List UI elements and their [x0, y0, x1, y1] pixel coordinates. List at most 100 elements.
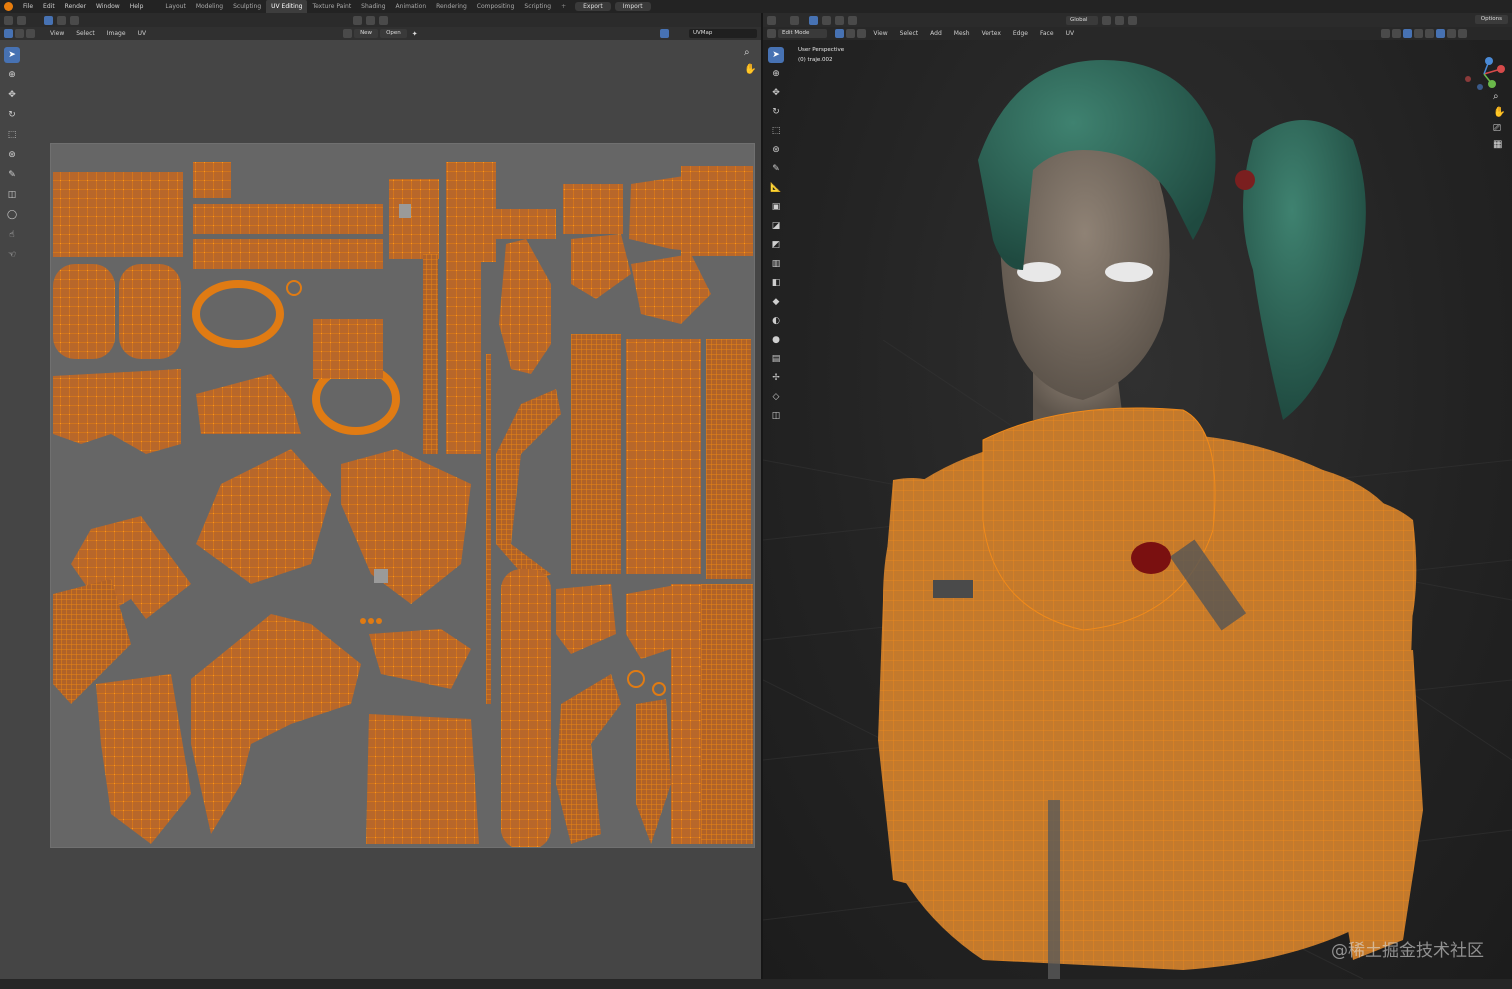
menu-edit[interactable]: Edit [38, 0, 60, 13]
menu-render[interactable]: Render [60, 0, 91, 13]
transform-tool-icon[interactable]: ⊛ [4, 147, 20, 163]
mode-select[interactable]: Edit Mode [778, 29, 828, 38]
vp-menu-vertex[interactable]: Vertex [977, 30, 1006, 37]
uv-menu-select[interactable]: Select [71, 30, 100, 37]
proportional-edit-icon[interactable] [1127, 15, 1137, 25]
annotate-tool-icon[interactable]: ✎ [4, 167, 20, 183]
select-invert-icon[interactable] [848, 15, 857, 25]
rip-tool-icon[interactable]: ◫ [4, 187, 20, 203]
vp-inset-tool-icon[interactable]: ◪ [768, 218, 784, 234]
rotate-tool-icon[interactable]: ↻ [4, 107, 20, 123]
vp-menu-mesh[interactable]: Mesh [949, 30, 975, 37]
tab-layout[interactable]: Layout [160, 0, 190, 13]
orientation-select[interactable]: Global [1066, 15, 1098, 25]
viewport-editor-type-icon[interactable] [767, 15, 776, 25]
scale-tool-icon[interactable]: ⬚ [4, 127, 20, 143]
edge-mode-icon[interactable] [26, 29, 35, 38]
menu-file[interactable]: File [18, 0, 38, 13]
mode-icon[interactable] [767, 29, 776, 38]
uv-menu-uv[interactable]: UV [133, 30, 152, 37]
viewport-select-icon[interactable] [790, 15, 799, 25]
vp-smooth-tool-icon[interactable]: ● [768, 332, 784, 348]
vp-edgeslide-tool-icon[interactable]: ▤ [768, 351, 784, 367]
zoom-icon[interactable]: ⌕ [744, 47, 750, 58]
open-image-button[interactable]: Open [380, 29, 407, 38]
select-extend-icon[interactable] [822, 15, 831, 25]
tab-animation[interactable]: Animation [391, 0, 432, 13]
material-shading-icon[interactable] [1447, 29, 1457, 38]
blender-logo-icon[interactable] [4, 2, 13, 11]
vp-spin-tool-icon[interactable]: ◐ [768, 313, 784, 329]
add-workspace-icon[interactable]: + [556, 0, 571, 13]
vertex-mode-icon[interactable] [15, 29, 24, 38]
tab-scripting[interactable]: Scripting [519, 0, 556, 13]
tab-texture-paint[interactable]: Texture Paint [307, 0, 356, 13]
ortho-toggle-icon[interactable]: ▦ [1493, 139, 1502, 150]
vp-shrink-tool-icon[interactable]: ✢ [768, 370, 784, 386]
uv-menu-view[interactable]: View [45, 30, 69, 37]
select-tool-icon[interactable]: ➤ [4, 47, 20, 63]
vp-cursor-tool-icon[interactable]: ⊕ [768, 66, 784, 82]
pinch-tool-icon[interactable]: ☜ [4, 247, 20, 263]
move-tool-icon[interactable]: ✥ [4, 87, 20, 103]
options-button[interactable]: Options [1474, 15, 1508, 24]
select-subtract-icon[interactable] [835, 15, 844, 25]
edge-select-icon[interactable] [57, 15, 66, 25]
pin-icon[interactable]: ✦ [412, 30, 418, 38]
pivot-icon[interactable] [353, 15, 362, 25]
proportional-icon[interactable] [379, 15, 388, 25]
navigation-gizmo[interactable] [1459, 49, 1509, 99]
vp-menu-face[interactable]: Face [1035, 30, 1059, 37]
snapping-icon[interactable] [1114, 15, 1124, 25]
vp-transform-tool-icon[interactable]: ⊛ [768, 142, 784, 158]
grab-tool-icon[interactable]: ◯ [4, 207, 20, 223]
menu-help[interactable]: Help [125, 0, 149, 13]
vertex-select-mode-icon[interactable] [835, 29, 845, 38]
sync-selection-icon[interactable] [4, 29, 13, 38]
3d-viewport[interactable]: Global Options Edit Mode View Select Add… [763, 13, 1512, 979]
edge-select-mode-icon[interactable] [846, 29, 856, 38]
vp-extrude-tool-icon[interactable]: ▣ [768, 199, 784, 215]
vp-zoom-icon[interactable]: ⌕ [1493, 91, 1499, 102]
vp-menu-add[interactable]: Add [925, 30, 947, 37]
vp-rotate-tool-icon[interactable]: ↻ [768, 104, 784, 120]
vp-menu-uv[interactable]: UV [1061, 30, 1080, 37]
uv-menu-image[interactable]: Image [102, 30, 131, 37]
tab-compositing[interactable]: Compositing [472, 0, 520, 13]
vp-bevel-tool-icon[interactable]: ◩ [768, 237, 784, 253]
uv-editor[interactable]: View Select Image UV New Open ✦ UVMap ➤ … [0, 13, 761, 979]
vp-menu-edge[interactable]: Edge [1008, 30, 1033, 37]
pivot-point-icon[interactable] [1101, 15, 1111, 25]
wireframe-shading-icon[interactable] [1425, 29, 1435, 38]
solid-shading-icon[interactable] [1436, 29, 1446, 38]
face-select-mode-icon[interactable] [857, 29, 867, 38]
rendered-shading-icon[interactable] [1458, 29, 1468, 38]
snap-icon[interactable] [366, 15, 375, 25]
vp-knife-tool-icon[interactable]: ◧ [768, 275, 784, 291]
menu-window[interactable]: Window [91, 0, 125, 13]
vp-menu-view[interactable]: View [868, 30, 892, 37]
vp-rip-tool-icon[interactable]: ◫ [768, 408, 784, 424]
overlay-icon[interactable] [659, 29, 669, 38]
vp-menu-select[interactable]: Select [895, 30, 924, 37]
xray-icon[interactable] [1414, 29, 1424, 38]
import-button[interactable]: Import [614, 2, 651, 11]
vp-shear-tool-icon[interactable]: ◇ [768, 389, 784, 405]
vp-loopcut-tool-icon[interactable]: ▥ [768, 256, 784, 272]
pan-hand-icon[interactable]: ✋ [744, 64, 756, 75]
vp-move-tool-icon[interactable]: ✥ [768, 85, 784, 101]
vp-select-tool-icon[interactable]: ➤ [768, 47, 784, 63]
overlays-icon[interactable] [1403, 29, 1413, 38]
gizmo-toggle-icon[interactable] [1392, 29, 1402, 38]
uvmap-selector[interactable]: UVMap [689, 29, 757, 38]
vp-polybuild-tool-icon[interactable]: ◆ [768, 294, 784, 310]
select-mode-icon[interactable] [17, 15, 26, 25]
vp-measure-tool-icon[interactable]: 📐 [768, 180, 784, 196]
vp-scale-tool-icon[interactable]: ⬚ [768, 123, 784, 139]
vertex-select-icon[interactable] [44, 15, 53, 25]
new-image-button[interactable]: New [354, 29, 379, 38]
face-select-icon[interactable] [70, 15, 79, 25]
cursor-tool-icon[interactable]: ⊕ [4, 67, 20, 83]
export-button[interactable]: Export [575, 2, 611, 11]
select-new-icon[interactable] [809, 15, 818, 25]
